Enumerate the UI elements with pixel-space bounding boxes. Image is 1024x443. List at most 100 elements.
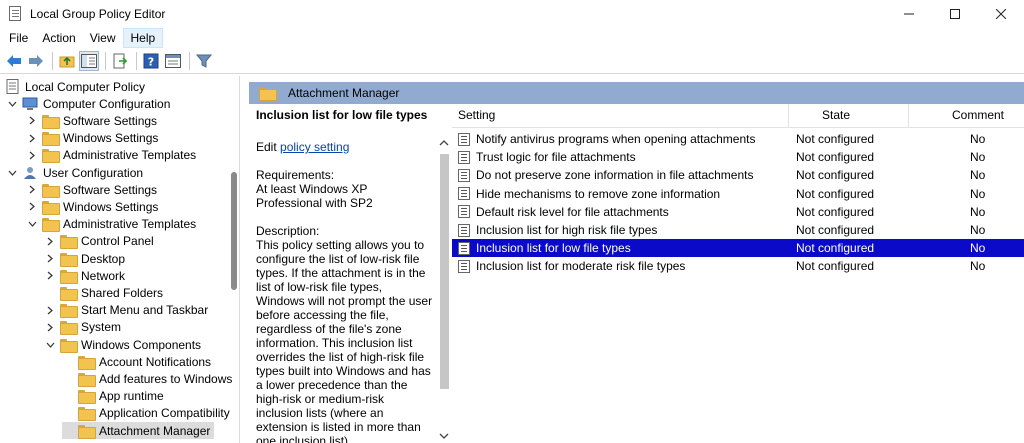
policy-setting-icon (458, 187, 470, 201)
table-row[interactable]: Inclusion list for moderate risk file ty… (452, 257, 1024, 275)
column-header-comment[interactable]: Comment (952, 104, 1004, 128)
tree-item[interactable]: Local Computer Policy (6, 78, 145, 95)
folder-up-icon (59, 56, 75, 67)
folder-icon (42, 183, 60, 198)
table-row[interactable]: Default risk level for file attachments N… (452, 203, 1024, 221)
chevron-down-icon[interactable] (6, 167, 18, 179)
chevron-right-icon[interactable] (44, 270, 56, 282)
filter-button[interactable] (194, 51, 214, 71)
column-header-setting[interactable]: Setting (458, 104, 495, 128)
tree-item[interactable]: Attachment Manager (62, 422, 215, 439)
close-button[interactable] (978, 0, 1024, 28)
description-scrollbar[interactable] (437, 136, 451, 443)
tree-item[interactable]: App runtime (62, 388, 164, 405)
column-divider[interactable] (908, 104, 909, 128)
scroll-down-arrow-icon[interactable] (437, 429, 451, 443)
setting-cell: Inclusion list for high risk file types (458, 223, 657, 237)
forward-arrow-icon (29, 54, 43, 67)
tree-scroll-thumb[interactable] (231, 172, 237, 290)
table-row[interactable]: Notify antivirus programs when opening a… (452, 130, 1024, 148)
column-header-state[interactable]: State (822, 104, 850, 128)
user-icon (22, 166, 38, 180)
minimize-button[interactable] (886, 0, 932, 28)
properties-button[interactable] (163, 51, 183, 71)
up-level-button[interactable] (57, 51, 77, 71)
tree-item[interactable]: Windows Settings (26, 198, 158, 215)
folder-icon (60, 338, 78, 353)
tree-item[interactable]: Shared Folders (44, 284, 163, 301)
setting-cell: Notify antivirus programs when opening a… (458, 132, 755, 146)
policy-setting-icon (458, 205, 470, 219)
chevron-right-icon[interactable] (26, 132, 38, 144)
tree-item[interactable]: Start Menu and Taskbar (44, 302, 208, 319)
menu-view[interactable]: View (83, 28, 123, 48)
scroll-up-arrow-icon[interactable] (437, 136, 451, 150)
folder-icon (60, 252, 78, 267)
chevron-right-icon[interactable] (44, 253, 56, 265)
tree-item[interactable]: Desktop (44, 250, 125, 267)
tree-item[interactable]: Add features to Windows (62, 370, 232, 387)
chevron-right-icon[interactable] (26, 115, 38, 127)
description-text: This policy setting allows you to config… (256, 238, 433, 443)
chevron-right-icon[interactable] (44, 321, 56, 333)
table-row[interactable]: Inclusion list for high risk file types N… (452, 221, 1024, 239)
tree-item[interactable]: Administrative Templates (26, 216, 196, 233)
setting-cell: Inclusion list for low file types (458, 241, 631, 256)
chevron-right-icon[interactable] (26, 149, 38, 161)
tree-item[interactable]: System (44, 319, 121, 336)
setting-cell: Do not preserve zone information in file… (458, 168, 753, 182)
tree-item[interactable]: Windows Components (44, 336, 201, 353)
column-divider[interactable] (788, 104, 789, 128)
chevron-right-icon[interactable] (44, 235, 56, 247)
tree-item[interactable]: Account Notifications (62, 353, 211, 370)
table-row[interactable]: Trust logic for file attachments Not conf… (452, 148, 1024, 166)
tree-item[interactable]: Software Settings (26, 181, 157, 198)
state-cell: Not configured (796, 168, 875, 183)
export-list-button[interactable] (110, 51, 130, 71)
setting-cell: Trust logic for file attachments (458, 150, 636, 164)
policy-icon (6, 79, 20, 94)
tree-item[interactable]: Administrative Templates (26, 147, 196, 164)
chevron-right-icon[interactable] (26, 184, 38, 196)
policy-setting-link[interactable]: policy setting (280, 140, 349, 154)
computer-icon (22, 97, 38, 111)
maximize-button[interactable] (932, 0, 978, 28)
chevron-down-icon[interactable] (6, 98, 18, 110)
comment-cell: No (970, 204, 986, 219)
table-row[interactable]: Hide mechanisms to remove zone informati… (452, 185, 1024, 203)
menu-help[interactable]: Help (122, 28, 164, 48)
folder-icon (78, 424, 96, 439)
chevron-down-icon[interactable] (26, 218, 38, 230)
table-row[interactable]: Do not preserve zone information in file… (452, 166, 1024, 184)
state-cell: Not configured (796, 150, 875, 165)
folder-icon (42, 149, 60, 164)
setting-name: Hide mechanisms to remove zone informati… (476, 186, 721, 201)
chevron-down-icon[interactable] (44, 339, 56, 351)
extension-title: Attachment Manager (288, 86, 400, 100)
table-row[interactable]: Inclusion list for low file types Not con… (452, 239, 1024, 258)
forward-button[interactable] (26, 51, 46, 71)
scroll-thumb[interactable] (440, 154, 449, 389)
menu-file[interactable]: File (2, 28, 35, 48)
tree-item-label: Local Computer Policy (25, 79, 146, 94)
help-button[interactable]: ? (141, 51, 161, 71)
chevron-right-icon[interactable] (26, 201, 38, 213)
tree-item[interactable]: User Configuration (6, 164, 143, 181)
comment-cell: No (970, 186, 986, 201)
menu-bar: File Action View Help (0, 28, 1024, 48)
tree-item[interactable]: Computer Configuration (6, 95, 170, 112)
tree-item[interactable]: Control Panel (44, 233, 154, 250)
tree-item[interactable]: Software Settings (26, 112, 157, 129)
folder-icon (259, 87, 277, 101)
menu-action[interactable]: Action (35, 28, 82, 48)
tree-item[interactable]: Windows Settings (26, 130, 158, 147)
show-hide-tree-button[interactable] (79, 50, 99, 71)
back-button[interactable] (4, 51, 24, 71)
chevron-right-icon[interactable] (44, 304, 56, 316)
tree-item-label: Account Notifications (99, 354, 212, 369)
tree-item-label: Start Menu and Taskbar (81, 303, 209, 318)
tree-item[interactable]: Network (44, 267, 125, 284)
tree-item[interactable]: Application Compatibility (62, 405, 230, 422)
folder-icon (78, 407, 96, 422)
